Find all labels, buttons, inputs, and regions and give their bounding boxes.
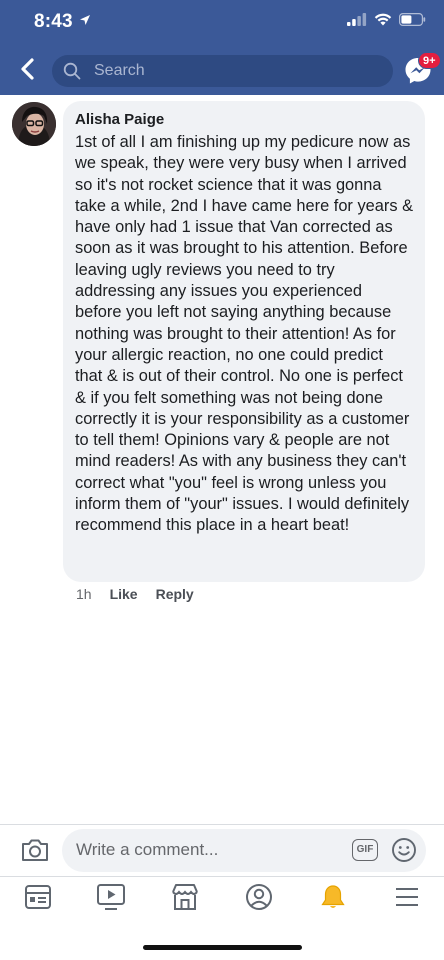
tab-profile[interactable] <box>241 882 277 916</box>
profile-icon <box>245 883 273 916</box>
search-icon <box>63 62 81 85</box>
messenger-icon <box>403 58 433 90</box>
battery-icon <box>399 13 426 31</box>
tab-menu[interactable] <box>389 882 425 916</box>
comment-input[interactable] <box>76 839 336 861</box>
signal-icon <box>347 13 367 31</box>
back-arrow-icon <box>20 57 34 85</box>
divider <box>0 824 444 825</box>
comment-timestamp: 1h <box>76 586 92 602</box>
comment-author[interactable]: Alisha Paige <box>75 111 413 129</box>
emoji-button[interactable] <box>391 837 417 863</box>
status-indicators <box>347 13 426 31</box>
home-indicator[interactable] <box>143 945 302 950</box>
menu-icon <box>394 885 420 914</box>
avatar[interactable] <box>12 102 56 146</box>
gif-button[interactable]: GIF <box>352 839 378 861</box>
news-feed-icon <box>24 884 52 915</box>
comment-composer: GIF <box>62 829 426 872</box>
reply-button[interactable]: Reply <box>156 586 194 602</box>
status-time: 8:43 <box>34 11 73 32</box>
tab-notifications[interactable] <box>315 882 351 916</box>
camera-button[interactable] <box>19 834 51 866</box>
wifi-icon <box>374 13 392 31</box>
emoji-icon <box>391 838 417 867</box>
back-button[interactable] <box>14 57 40 85</box>
tab-marketplace[interactable] <box>167 882 203 916</box>
location-arrow-icon <box>79 13 91 31</box>
top-header: 8:43 Search 9+ <box>0 0 444 95</box>
tab-news-feed[interactable] <box>20 882 56 916</box>
search-input[interactable] <box>94 59 374 83</box>
divider <box>0 876 444 877</box>
comment-bubble: Alisha Paige 1st of all I am finishing u… <box>63 101 425 582</box>
tab-watch[interactable] <box>93 882 129 916</box>
camera-icon <box>19 839 51 870</box>
marketplace-icon <box>170 883 200 916</box>
watch-icon <box>96 883 126 916</box>
comment-actions: 1h Like Reply <box>76 586 194 602</box>
like-button[interactable]: Like <box>110 586 138 602</box>
notifications-icon <box>319 883 347 916</box>
search-bar[interactable] <box>52 55 393 87</box>
comment-text: 1st of all I am finishing up my pedicure… <box>75 133 414 535</box>
messenger-badge: 9+ <box>418 52 441 69</box>
